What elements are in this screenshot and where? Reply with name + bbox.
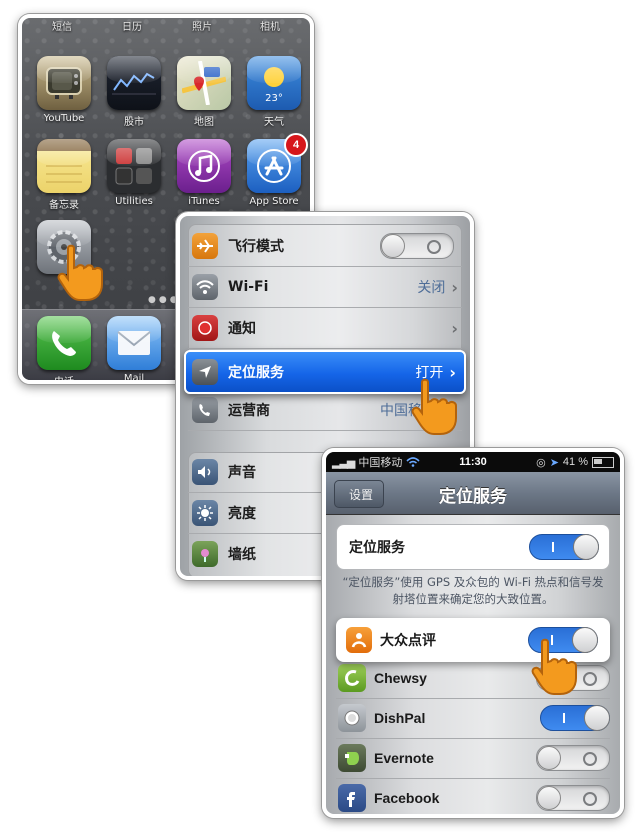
top-app-label-calendar[interactable]: 日历 (122, 18, 142, 33)
chewsy-app-icon (338, 664, 366, 692)
row-value: 关闭 (417, 280, 446, 296)
app-stocks[interactable]: 股市 (104, 56, 164, 128)
location-services-toggle[interactable] (529, 534, 599, 560)
app-label: 备忘录 (49, 200, 79, 211)
facebook-f-icon (338, 784, 366, 812)
app-row-evernote[interactable]: Evernote (336, 738, 610, 779)
app-row-dishpal[interactable]: DishPal (336, 698, 610, 739)
app-maps[interactable]: 地图 (174, 56, 234, 128)
weather-sun-icon: 23° (247, 56, 301, 110)
utilities-folder-icon (107, 139, 161, 193)
app-name: Evernote (374, 750, 434, 766)
row-label: 定位服务 (349, 540, 405, 556)
app-name: Facebook (374, 790, 440, 806)
speaker-icon (192, 459, 218, 485)
tap-hand-icon (411, 378, 457, 435)
tap-hand-icon (531, 638, 577, 695)
notifications-icon (192, 315, 218, 341)
navigation-bar: 设置 定位服务 (326, 472, 620, 515)
airplane-icon (192, 233, 218, 259)
facebook-location-toggle[interactable] (536, 785, 610, 811)
dishpal-location-toggle[interactable] (540, 705, 610, 731)
settings-row-airplane-mode[interactable]: 飞行模式 (188, 226, 462, 267)
top-app-label-photos[interactable]: 照片 (192, 18, 212, 33)
phone-carrier-icon (192, 397, 218, 423)
dishpal-app-icon (338, 704, 366, 732)
top-app-label-messages[interactable]: 短信 (52, 18, 72, 33)
evernote-elephant-icon (338, 744, 366, 772)
tap-hand-icon (57, 244, 103, 301)
wallpaper-flower-icon (192, 541, 218, 567)
status-bar: ▂▃▅ 中国移动 11:30 ◎ ➤ 41 % (326, 452, 620, 472)
row-label: 定位服务 (228, 365, 284, 381)
stocks-chart-icon (107, 56, 161, 110)
row-label: 亮度 (228, 506, 256, 522)
app-label: 天气 (264, 117, 284, 128)
youtube-tv-icon (37, 56, 91, 110)
page-title: 定位服务 (439, 487, 507, 507)
app-phone[interactable]: 电话 (34, 316, 94, 384)
wifi-icon (192, 274, 218, 300)
app-name: DishPal (374, 710, 426, 726)
app-label: iTunes (188, 196, 220, 207)
maps-icon (177, 56, 231, 110)
location-services-master-row[interactable]: 定位服务 (336, 524, 610, 570)
app-label: Mail (123, 373, 145, 384)
row-label: 声音 (228, 465, 256, 481)
app-label: 地图 (194, 117, 214, 128)
app-utilities-folder[interactable]: Utilities (104, 139, 164, 207)
itunes-music-icon (177, 139, 231, 193)
app-label: YouTube (43, 113, 85, 124)
settings-row-wifi[interactable]: Wi-Fi 关闭 › (188, 267, 462, 308)
app-label: 股市 (124, 117, 144, 128)
app-notes[interactable]: 备忘录 (34, 139, 94, 211)
notification-badge: 4 (284, 133, 308, 157)
dianping-app-icon (346, 627, 372, 653)
mail-envelope-icon (107, 316, 161, 370)
notes-pad-icon (37, 139, 91, 193)
top-app-label-camera[interactable]: 相机 (260, 18, 280, 33)
settings-row-notifications[interactable]: 通知 › (188, 308, 462, 349)
app-weather[interactable]: 23° 天气 (244, 56, 304, 128)
battery-icon (592, 456, 614, 468)
chevron-right-icon: › (451, 318, 458, 338)
app-row-facebook[interactable]: Facebook (336, 778, 610, 814)
app-label: 电话 (54, 377, 74, 384)
location-services-description: “定位服务”使用 GPS 及众包的 Wi-Fi 热点和信号发射塔位置来确定您的大… (342, 575, 604, 606)
row-label: 通知 (228, 321, 256, 337)
evernote-location-toggle[interactable] (536, 745, 610, 771)
app-app-store[interactable]: 4 App Store (244, 133, 308, 207)
app-mail[interactable]: Mail (104, 316, 164, 384)
phone-handset-icon (37, 316, 91, 370)
location-services-panel: ▂▃▅ 中国移动 11:30 ◎ ➤ 41 % 设置 定位服务 定位服务 “定位… (322, 448, 624, 818)
airplane-mode-toggle[interactable] (380, 233, 454, 259)
row-label: Wi-Fi (228, 279, 269, 295)
app-label: Utilities (115, 196, 153, 207)
app-name: 大众点评 (380, 633, 436, 649)
chevron-right-icon: › (451, 277, 458, 297)
weather-temperature: 23° (265, 93, 283, 104)
row-label: 飞行模式 (228, 239, 284, 255)
location-arrow-icon (192, 359, 218, 385)
app-itunes[interactable]: iTunes (174, 139, 234, 207)
row-label: 运营商 (228, 403, 270, 419)
app-youtube[interactable]: YouTube (34, 56, 94, 124)
row-label: 墙纸 (228, 547, 256, 563)
brightness-sun-icon (192, 500, 218, 526)
status-time: 11:30 (459, 456, 487, 468)
app-label: App Store (249, 196, 299, 207)
app-name: Chewsy (374, 670, 427, 686)
